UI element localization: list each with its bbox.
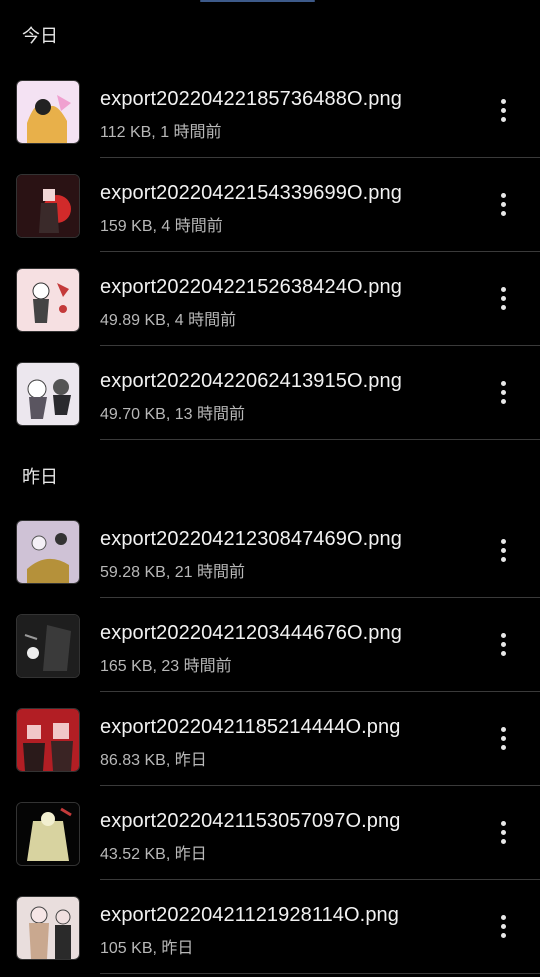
more-vert-icon[interactable] xyxy=(488,278,518,318)
file-name: export20220422152638424O.png xyxy=(100,276,402,298)
more-vert-icon[interactable] xyxy=(488,812,518,852)
file-meta: 159 KB, 4 時間前 xyxy=(100,218,223,235)
file-name: export20220421203444676O.png xyxy=(100,622,402,644)
file-row[interactable]: export20220422152638424O.png 49.89 KB, 4… xyxy=(0,252,540,346)
file-row[interactable]: export20220421230847469O.png 59.28 KB, 2… xyxy=(0,504,540,598)
file-row[interactable]: export20220422185736488O.png 112 KB, 1 時… xyxy=(0,64,540,158)
more-vert-icon[interactable] xyxy=(488,624,518,664)
file-meta: 49.89 KB, 4 時間前 xyxy=(100,312,237,329)
file-name: export20220421185214444O.png xyxy=(100,716,401,738)
file-meta: 112 KB, 1 時間前 xyxy=(100,124,222,141)
file-thumbnail xyxy=(16,614,80,678)
file-name: export20220422185736488O.png xyxy=(100,88,402,110)
file-thumbnail xyxy=(16,802,80,866)
file-thumbnail xyxy=(16,268,80,332)
file-meta: 165 KB, 23 時間前 xyxy=(100,658,232,675)
file-name: export20220422062413915O.png xyxy=(100,370,402,392)
more-vert-icon[interactable] xyxy=(488,530,518,570)
file-thumbnail xyxy=(16,520,80,584)
file-row[interactable]: export20220421185214444O.png 86.83 KB, 昨… xyxy=(0,692,540,786)
more-vert-icon[interactable] xyxy=(488,718,518,758)
file-row[interactable]: export20220421153057097O.png 43.52 KB, 昨… xyxy=(0,786,540,880)
divider xyxy=(100,973,540,974)
file-thumbnail xyxy=(16,362,80,426)
file-row[interactable]: export20220422062413915O.png 49.70 KB, 1… xyxy=(0,346,540,440)
file-thumbnail xyxy=(16,80,80,144)
file-meta: 59.28 KB, 21 時間前 xyxy=(100,564,245,581)
divider xyxy=(100,439,540,440)
file-thumbnail xyxy=(16,174,80,238)
file-row[interactable]: export20220421121928114O.png 105 KB, 昨日 xyxy=(0,880,540,974)
section-header-today: 今日 xyxy=(22,26,58,46)
file-name: export20220421230847469O.png xyxy=(100,528,402,550)
file-row[interactable]: export20220422154339699O.png 159 KB, 4 時… xyxy=(0,158,540,252)
more-vert-icon[interactable] xyxy=(488,184,518,224)
file-meta: 49.70 KB, 13 時間前 xyxy=(100,406,245,423)
more-vert-icon[interactable] xyxy=(488,90,518,130)
file-name: export20220421153057097O.png xyxy=(100,810,401,832)
file-meta: 43.52 KB, 昨日 xyxy=(100,846,207,863)
file-thumbnail xyxy=(16,896,80,960)
file-name: export20220421121928114O.png xyxy=(100,904,399,926)
more-vert-icon[interactable] xyxy=(488,906,518,946)
top-indicator xyxy=(200,0,315,2)
more-vert-icon[interactable] xyxy=(488,372,518,412)
file-thumbnail xyxy=(16,708,80,772)
file-row[interactable]: export20220421203444676O.png 165 KB, 23 … xyxy=(0,598,540,692)
file-meta: 86.83 KB, 昨日 xyxy=(100,752,207,769)
section-header-yesterday: 昨日 xyxy=(22,467,58,487)
file-name: export20220422154339699O.png xyxy=(100,182,402,204)
file-meta: 105 KB, 昨日 xyxy=(100,940,194,957)
